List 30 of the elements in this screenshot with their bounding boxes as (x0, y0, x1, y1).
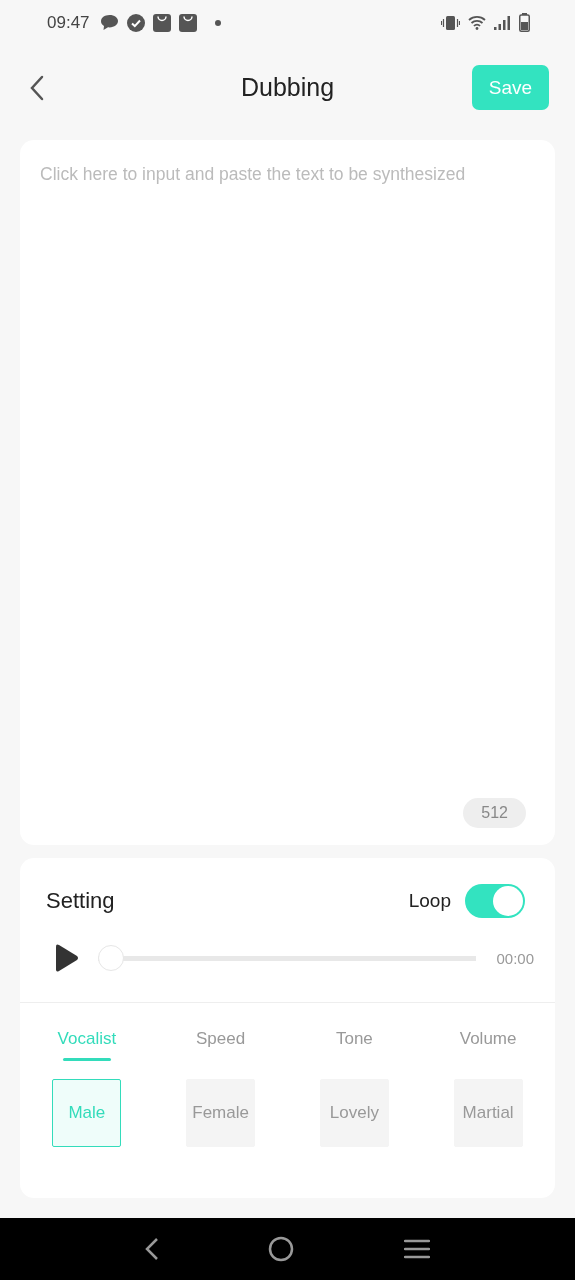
vibrate-icon (441, 15, 460, 30)
back-icon[interactable] (144, 1237, 159, 1261)
loop-label: Loop (408, 890, 451, 912)
tab[interactable]: Speed (153, 1015, 288, 1067)
bag-icon (152, 13, 171, 32)
page-title: Dubbing (240, 73, 335, 102)
signal-icon (494, 15, 511, 30)
character-counter: 512 (463, 798, 526, 828)
bag-icon (178, 13, 197, 32)
battery-icon (519, 13, 530, 32)
loop-toggle[interactable] (465, 884, 525, 918)
wifi-icon (468, 15, 486, 30)
voice-option[interactable]: Martial (453, 1079, 523, 1147)
dot-icon (214, 19, 221, 26)
menu-icon[interactable] (404, 1239, 431, 1259)
play-icon[interactable] (53, 943, 79, 973)
save-button[interactable]: Save (472, 65, 549, 110)
slider-thumb[interactable] (98, 945, 124, 971)
tab[interactable]: Volume (421, 1015, 555, 1067)
voice-option[interactable]: Lovely (319, 1079, 389, 1147)
home-icon[interactable] (268, 1236, 295, 1262)
chat-icon (99, 14, 119, 31)
voice-option[interactable]: Male (52, 1079, 122, 1147)
voice-option[interactable]: Female (186, 1079, 256, 1147)
tab[interactable]: Vocalist (20, 1015, 154, 1067)
setting-heading: Setting (46, 888, 116, 914)
status-time: 09:47 (47, 12, 90, 33)
playback-time: 00:00 (496, 949, 534, 967)
check-icon (126, 13, 145, 32)
tab[interactable]: Tone (287, 1015, 422, 1067)
